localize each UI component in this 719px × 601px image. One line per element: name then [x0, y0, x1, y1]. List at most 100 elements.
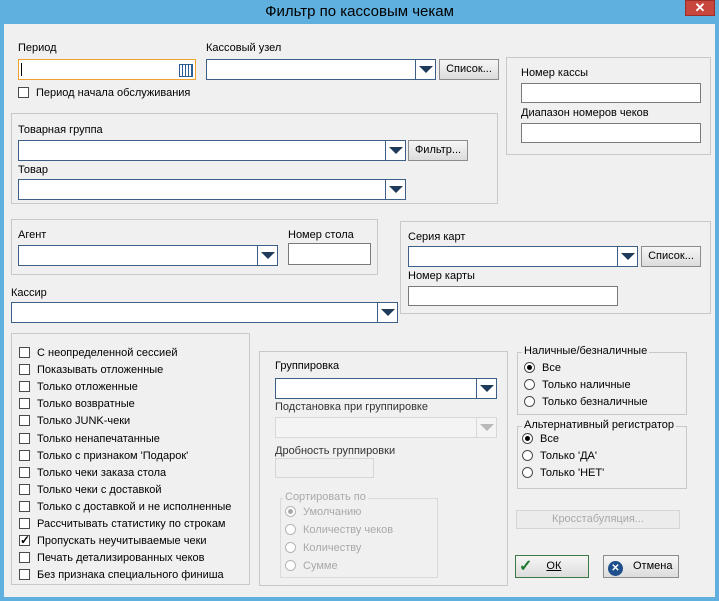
radio-button[interactable]: [285, 524, 296, 535]
option-checkbox[interactable]: Только отложенные: [19, 380, 138, 396]
card-series-select[interactable]: [408, 246, 638, 267]
cashier-select[interactable]: [11, 302, 398, 323]
substitution-select[interactable]: [275, 417, 497, 438]
checkbox-box[interactable]: [19, 364, 30, 376]
checkbox-box[interactable]: [19, 347, 30, 358]
option-checkbox-label: Печать детализированных чеков: [37, 552, 205, 565]
sort-radio[interactable]: Сумме: [285, 559, 338, 575]
crosstab-button[interactable]: Кросстабуляция...: [516, 510, 680, 529]
payment-radio[interactable]: Только наличные: [524, 378, 631, 394]
radio-button[interactable]: [522, 450, 533, 461]
option-checkbox-label: Только отложенные: [37, 381, 138, 394]
checkbox-box[interactable]: [19, 500, 30, 512]
option-checkbox[interactable]: Рассчитывать статистику по строкам: [19, 517, 226, 533]
card-number-label: Номер карты: [408, 270, 475, 282]
option-checkbox[interactable]: Печать детализированных чеков: [19, 551, 204, 567]
checkbox-box[interactable]: [19, 398, 30, 410]
cash-node-select[interactable]: [206, 59, 436, 80]
radio-button[interactable]: [285, 506, 296, 517]
chevron-down-icon[interactable]: [617, 247, 637, 266]
chevron-down-icon[interactable]: [385, 180, 405, 199]
checkbox-box[interactable]: [19, 533, 30, 547]
radio-button[interactable]: [522, 433, 533, 444]
agent-select[interactable]: [18, 245, 278, 266]
cancel-button[interactable]: ✕ Отмена: [603, 555, 679, 578]
checkbox-box[interactable]: [19, 552, 30, 564]
option-checkbox[interactable]: Показывать отложенные: [19, 363, 163, 379]
option-checkbox[interactable]: Только чеки заказа стола: [19, 466, 166, 482]
option-checkbox[interactable]: Только возвратные: [19, 397, 135, 413]
chevron-down-icon[interactable]: [377, 303, 397, 322]
payment-radio[interactable]: Только безналичные: [524, 395, 648, 411]
title-bar[interactable]: Фильтр по кассовым чекам ✕: [0, 0, 719, 24]
option-checkbox[interactable]: Только чеки с доставкой: [19, 483, 162, 499]
alt-register-radio-label: Только 'ДА': [540, 450, 597, 462]
checkmark-icon: ✓: [519, 558, 533, 575]
radio-button[interactable]: [524, 362, 535, 373]
checkbox-box[interactable]: [19, 518, 30, 529]
check-range-label: Диапазон номеров чеков: [521, 107, 649, 119]
dialog-body: Период Период начала обслуживания Кассов…: [4, 24, 715, 597]
alt-register-radio[interactable]: Только 'ДА': [522, 449, 597, 465]
product-item-select[interactable]: [18, 179, 406, 200]
radio-button[interactable]: [522, 467, 533, 478]
option-checkbox[interactable]: Только с доставкой и не исполненные: [19, 500, 231, 516]
payment-radio-label: Только наличные: [542, 379, 631, 391]
chevron-down-icon[interactable]: [476, 379, 496, 398]
sort-radio[interactable]: Умолчанию: [285, 505, 361, 521]
option-checkbox[interactable]: Только с признаком 'Подарок': [19, 449, 188, 465]
period-input[interactable]: [18, 59, 196, 80]
radio-button[interactable]: [524, 396, 535, 407]
card-series-label: Серия карт: [408, 231, 466, 243]
option-checkbox[interactable]: Без признака специального финиша: [19, 568, 224, 584]
alt-register-radio[interactable]: Только 'НЕТ': [522, 466, 604, 482]
cash-node-list-button[interactable]: Список...: [439, 59, 499, 80]
text-cursor: [21, 63, 22, 76]
product-filter-button[interactable]: Фильтр...: [408, 140, 468, 161]
alt-register-radio-label: Все: [540, 433, 559, 445]
chevron-down-icon[interactable]: [415, 60, 435, 79]
sort-radio[interactable]: Количеству чеков: [285, 523, 393, 539]
sort-legend: Сортировать по: [283, 491, 368, 503]
checkbox-box[interactable]: [19, 483, 30, 495]
checkbox-box[interactable]: [19, 449, 30, 461]
table-number-input[interactable]: [288, 243, 371, 265]
ok-button[interactable]: ✓ ОК: [515, 555, 589, 578]
service-start-label: Период начала обслуживания: [36, 87, 191, 99]
chevron-down-icon[interactable]: [476, 418, 496, 437]
checkbox-box[interactable]: [19, 569, 30, 581]
chevron-down-icon[interactable]: [385, 141, 405, 160]
option-checkbox[interactable]: Только ненапечатанные: [19, 432, 160, 448]
dialog-window: Фильтр по кассовым чекам ✕ Период Период…: [0, 0, 719, 601]
cash-desk-number-input[interactable]: [521, 83, 701, 103]
check-range-input[interactable]: [521, 123, 701, 143]
chevron-down-icon[interactable]: [257, 246, 277, 265]
checkbox-box[interactable]: [19, 415, 30, 427]
card-series-list-button[interactable]: Список...: [641, 246, 701, 267]
cancel-icon: ✕: [608, 561, 623, 576]
fraction-input[interactable]: [275, 458, 374, 478]
payment-radio[interactable]: Все: [524, 361, 561, 377]
product-group-select[interactable]: [18, 140, 406, 161]
calendar-icon[interactable]: [176, 61, 194, 78]
option-checkbox[interactable]: Только JUNK-чеки: [19, 414, 130, 430]
checkbox-box[interactable]: [19, 432, 30, 444]
radio-button[interactable]: [285, 560, 296, 571]
grouping-select[interactable]: [275, 378, 497, 399]
alt-register-radio[interactable]: Все: [522, 432, 559, 448]
checkbox-box[interactable]: [18, 87, 29, 98]
radio-button[interactable]: [285, 542, 296, 553]
checkbox-box[interactable]: [19, 381, 30, 393]
close-button[interactable]: ✕: [685, 0, 715, 16]
sort-radio[interactable]: Количеству: [285, 541, 361, 557]
service-start-checkbox[interactable]: Период начала обслуживания: [18, 86, 190, 102]
alt-register-radio-label: Только 'НЕТ': [540, 467, 605, 479]
option-checkbox-label: Только с доставкой и не исполненные: [37, 500, 232, 513]
option-checkbox[interactable]: С неопределенной сессией: [19, 346, 177, 362]
checkbox-box[interactable]: [19, 466, 30, 478]
option-checkbox[interactable]: Пропускать неучитываемые чеки: [19, 533, 207, 550]
card-number-input[interactable]: [408, 286, 618, 306]
radio-button[interactable]: [524, 379, 535, 390]
option-checkbox-label: Рассчитывать статистику по строкам: [37, 518, 226, 530]
option-checkbox-label: Только ненапечатанные: [37, 432, 160, 445]
